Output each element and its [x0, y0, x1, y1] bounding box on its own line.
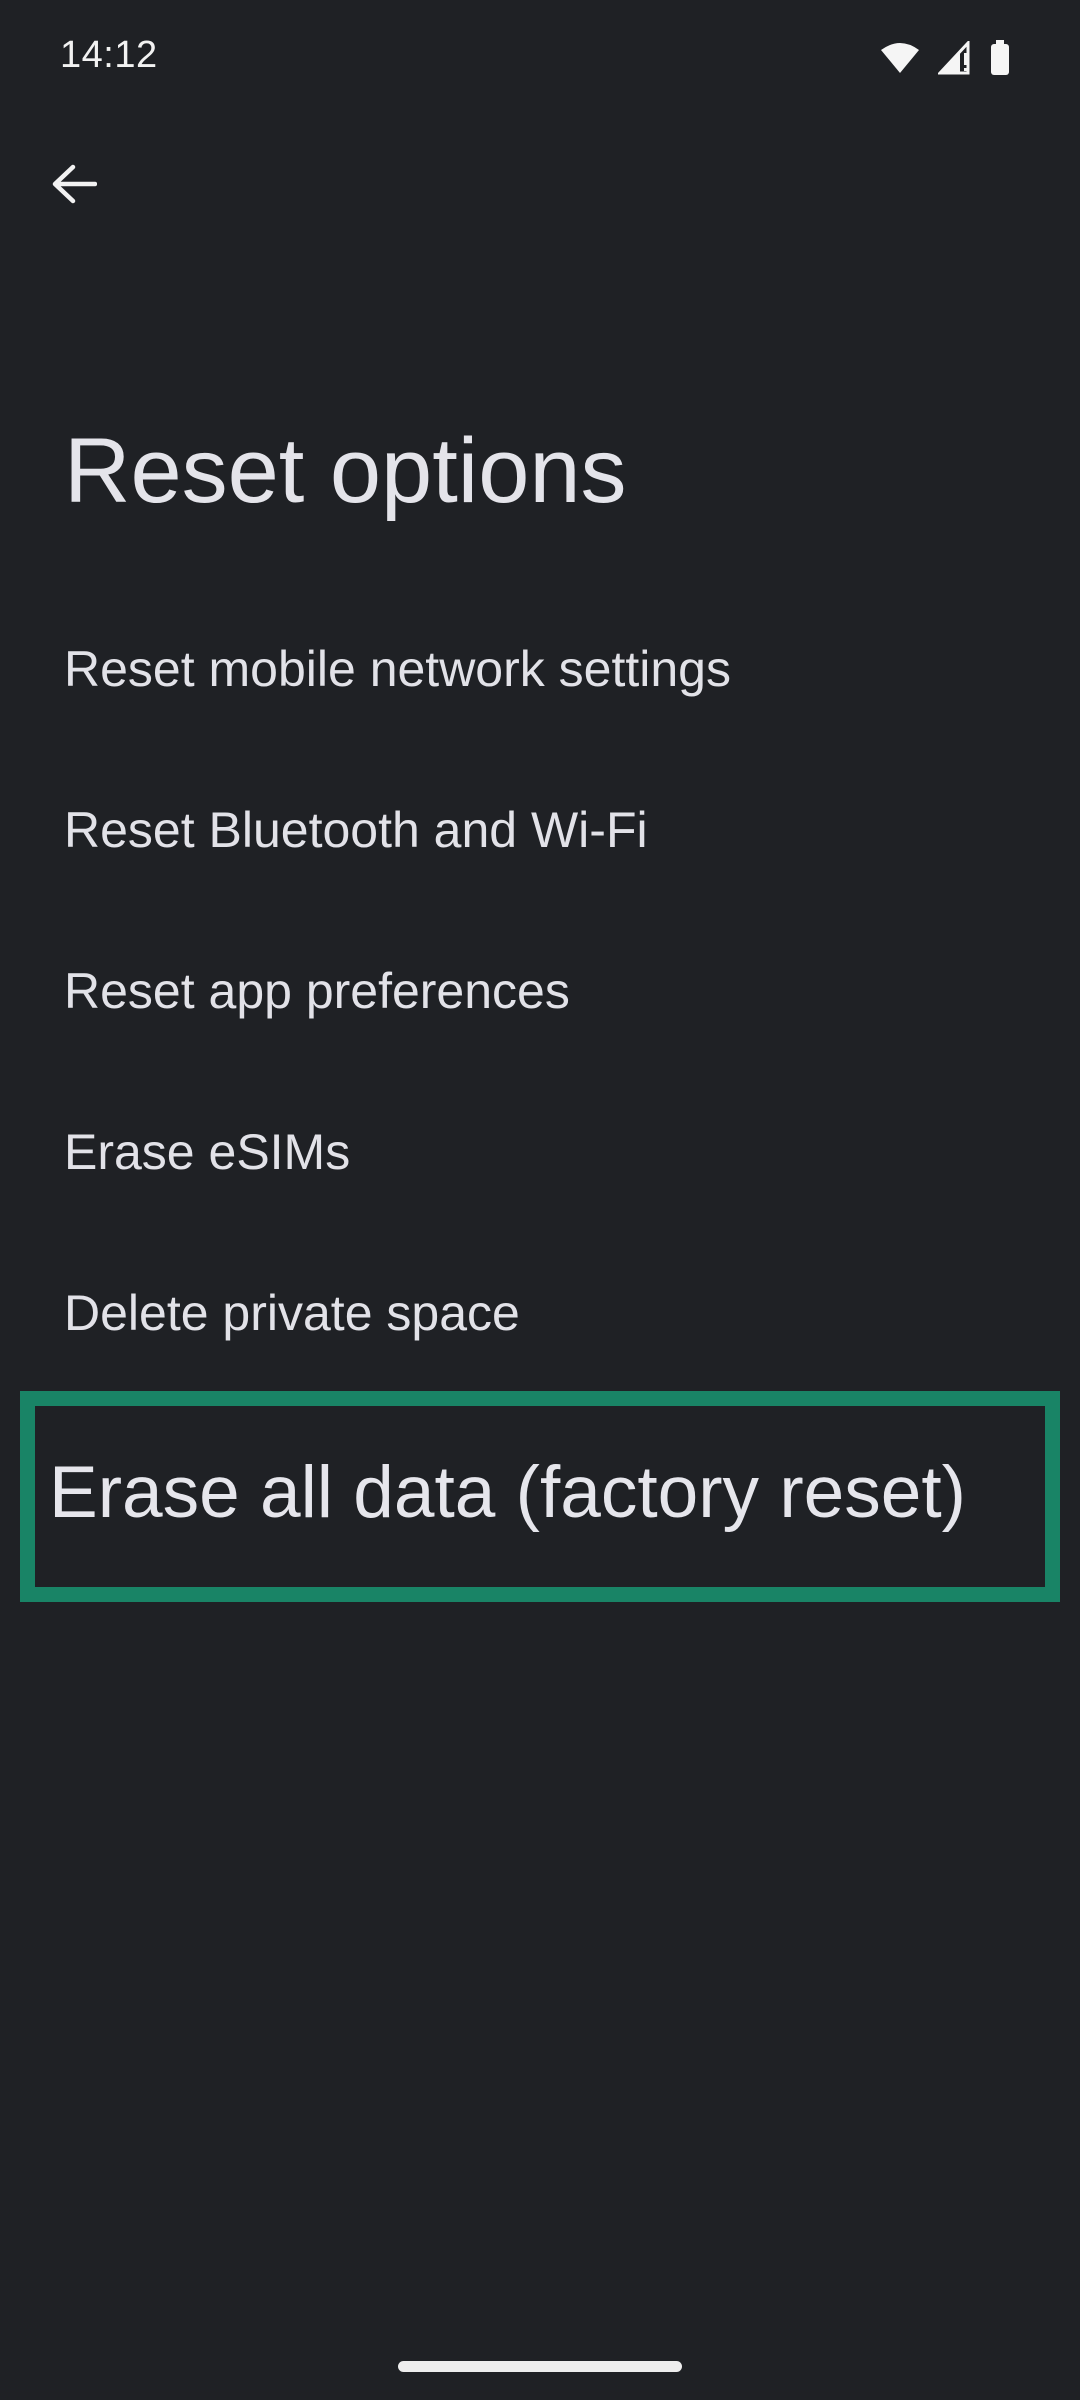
erase-all-data-item[interactable]: Erase all data (factory reset): [20, 1391, 1060, 1602]
battery-icon: [990, 40, 1010, 76]
status-bar: 14:12: [0, 0, 1080, 118]
page-title: Reset options: [64, 420, 627, 522]
cell-signal-icon: [938, 41, 972, 75]
arrow-left-icon: [51, 163, 98, 210]
wifi-icon: [880, 41, 920, 75]
status-icons: [880, 36, 1010, 80]
reset-app-preferences-item[interactable]: Reset app preferences: [0, 910, 1080, 1071]
reset-options-list: Reset mobile network settings Reset Blue…: [0, 588, 1080, 1393]
status-time: 14:12: [60, 34, 158, 76]
erase-esims-item[interactable]: Erase eSIMs: [0, 1071, 1080, 1232]
delete-private-space-item[interactable]: Delete private space: [0, 1232, 1080, 1393]
reset-mobile-network-settings-item[interactable]: Reset mobile network settings: [0, 588, 1080, 749]
back-button[interactable]: [38, 150, 110, 222]
home-indicator[interactable]: [398, 2361, 682, 2372]
reset-bluetooth-wifi-item[interactable]: Reset Bluetooth and Wi-Fi: [0, 749, 1080, 910]
erase-all-data-label: Erase all data (factory reset): [49, 1452, 966, 1533]
